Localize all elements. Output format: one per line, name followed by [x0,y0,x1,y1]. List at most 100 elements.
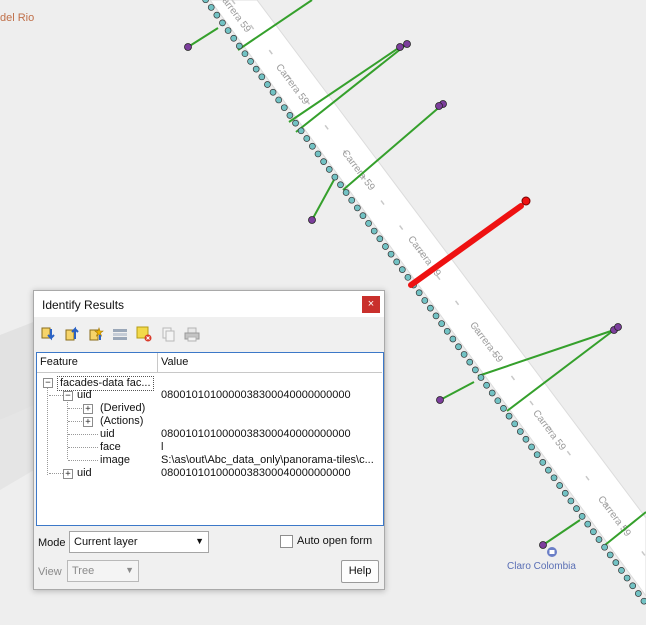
point-marker[interactable] [455,343,462,351]
point-marker[interactable] [359,212,367,219]
point-marker[interactable] [584,520,592,528]
point-marker[interactable] [275,96,283,104]
endpoint-marker[interactable] [436,396,444,404]
point-marker[interactable] [213,11,221,19]
point-marker[interactable] [438,320,445,327]
point-marker[interactable] [567,497,575,505]
point-marker[interactable] [516,428,524,435]
point-marker[interactable] [325,166,333,173]
point-marker[interactable] [421,297,429,304]
point-marker[interactable] [634,590,642,597]
point-marker[interactable] [207,4,215,11]
checkbox-box[interactable] [280,535,293,548]
point-marker[interactable] [280,104,288,112]
point-marker[interactable] [252,65,260,73]
endpoint-marker[interactable] [403,40,411,48]
tree-row-attribute[interactable]: uid 0800101010000038300040000000000 [37,428,383,441]
point-marker[interactable] [556,482,564,489]
point-marker[interactable] [309,142,316,150]
point-marker[interactable] [578,513,586,520]
point-marker[interactable] [533,451,541,459]
point-marker[interactable] [623,574,631,582]
tree-row-feature[interactable]: + uid 0800101010000038300040000000000 [37,467,383,480]
endpoint-marker[interactable] [435,102,443,110]
selected-feature-endpoint[interactable] [521,196,531,206]
point-marker[interactable] [545,466,552,474]
expand-icon[interactable]: + [63,469,73,479]
point-marker[interactable] [483,381,490,389]
point-marker[interactable] [595,536,603,543]
point-marker[interactable] [522,435,530,443]
point-marker[interactable] [331,173,339,181]
point-marker[interactable] [230,34,238,42]
point-marker[interactable] [342,189,350,196]
poi-label[interactable]: Claro Colombia [507,561,576,572]
point-marker[interactable] [303,135,311,142]
point-marker[interactable] [415,289,423,297]
point-marker[interactable] [241,50,249,58]
endpoint-marker[interactable] [539,541,547,549]
expand-icon[interactable]: + [83,404,93,414]
point-marker[interactable] [573,505,580,513]
point-marker[interactable] [505,412,513,420]
point-marker[interactable] [224,27,232,34]
endpoint-marker[interactable] [308,216,316,224]
point-marker[interactable] [269,88,277,96]
point-marker[interactable] [449,335,457,343]
point-marker[interactable] [337,181,344,189]
point-marker[interactable] [427,304,434,312]
point-marker[interactable] [370,227,378,235]
print-button[interactable] [182,324,202,344]
point-marker[interactable] [612,559,620,566]
point-marker[interactable] [202,0,209,4]
point-marker[interactable] [404,273,412,281]
endpoint-marker[interactable] [396,43,404,51]
point-marker[interactable] [466,358,474,366]
point-marker[interactable] [500,405,507,412]
tree-row-feature[interactable]: − uid 0800101010000038300040000000000 [37,389,383,402]
collapse-tree-button[interactable] [62,324,82,344]
point-marker[interactable] [376,235,384,243]
tree-row-attribute[interactable]: image S:\as\out\Abc_data_only\panorama-t… [37,454,383,467]
tree-row-derived[interactable]: + (Derived) [37,402,383,415]
point-marker[interactable] [528,443,535,451]
point-marker[interactable] [601,543,608,551]
expand-new-button[interactable] [86,324,106,344]
point-marker[interactable] [606,551,614,559]
results-tree[interactable]: Feature Value − facades-data fac... − ui… [36,352,384,526]
point-marker[interactable] [264,81,271,88]
expand-icon[interactable]: + [83,417,93,427]
point-marker[interactable] [432,312,440,320]
point-marker[interactable] [477,374,485,381]
point-marker[interactable] [460,351,468,358]
point-marker[interactable] [590,528,597,536]
point-marker[interactable] [550,474,558,482]
help-button[interactable]: Help [341,560,379,583]
collapse-icon[interactable]: − [63,391,73,401]
point-marker[interactable] [286,112,294,119]
copy-feature-button[interactable] [158,324,178,344]
point-marker[interactable] [247,58,254,65]
endpoint-marker[interactable] [614,323,622,331]
tree-row-attribute[interactable]: face l [37,441,383,454]
feature-column-header[interactable]: Feature [37,353,158,373]
point-marker[interactable] [314,150,322,158]
point-marker[interactable] [629,582,637,590]
close-button[interactable]: × [362,296,380,313]
point-marker[interactable] [561,489,569,497]
point-marker[interactable] [398,266,406,273]
point-marker[interactable] [443,327,451,335]
point-marker[interactable] [219,19,226,27]
view-select[interactable]: Tree ▼ [67,560,139,582]
point-marker[interactable] [320,158,327,165]
point-marker[interactable] [640,597,646,605]
open-form-button[interactable] [110,324,130,344]
tree-row-layer[interactable]: − facades-data fac... [37,376,383,391]
poi-icon[interactable] [547,547,557,557]
point-marker[interactable] [353,204,361,212]
title-bar[interactable]: Identify Results × [34,291,384,317]
endpoint-marker[interactable] [184,43,192,51]
point-marker[interactable] [258,73,266,81]
point-marker[interactable] [365,219,372,227]
collapse-icon[interactable]: − [43,378,53,388]
